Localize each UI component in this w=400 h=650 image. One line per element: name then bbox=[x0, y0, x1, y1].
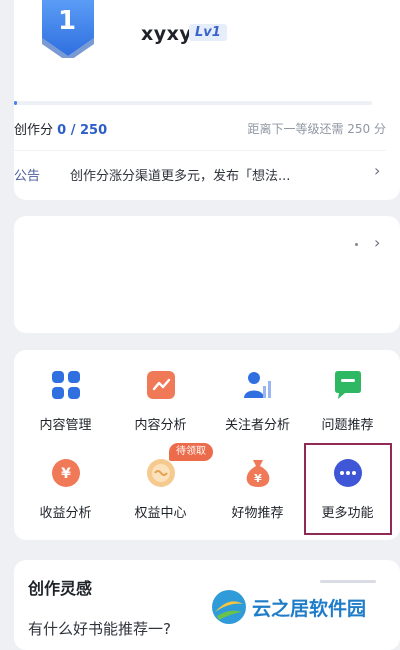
tool-label: 权益中心 bbox=[134, 506, 187, 521]
section-title: 创作灵感 bbox=[28, 579, 93, 598]
divider bbox=[14, 150, 386, 151]
followers-icon bbox=[243, 372, 271, 398]
tool-goods-recommend[interactable]: ¥ 好物推荐 bbox=[210, 436, 305, 521]
level-tag: Lv1 bbox=[189, 24, 227, 41]
watermark-logo-icon bbox=[212, 590, 246, 624]
tool-label: 问题推荐 bbox=[321, 418, 374, 433]
tool-question-recommend[interactable]: 问题推荐 bbox=[300, 348, 395, 433]
score-text: 创作分 0 / 250 bbox=[14, 119, 107, 138]
username: xyxy bbox=[141, 23, 193, 45]
chevron-right-icon: › bbox=[374, 161, 381, 180]
score-value: 0 / 250 bbox=[57, 123, 108, 138]
tool-label: 收益分析 bbox=[39, 506, 92, 521]
tool-content-analysis[interactable]: 内容分析 bbox=[113, 348, 208, 433]
watermark-text: 云之居软件园 bbox=[252, 598, 367, 620]
svg-text:¥: ¥ bbox=[254, 472, 262, 485]
score-progress-bar bbox=[14, 101, 372, 105]
dot-icon bbox=[355, 243, 358, 246]
chevron-right-icon: › bbox=[374, 233, 381, 252]
highlight-box bbox=[304, 443, 392, 535]
level-number: 1 bbox=[58, 6, 77, 36]
score-label: 创作分 bbox=[14, 123, 54, 138]
placeholder-card[interactable] bbox=[14, 216, 400, 333]
tool-followers-analysis[interactable]: 关注者分析 bbox=[210, 348, 305, 433]
benefits-icon bbox=[146, 459, 175, 487]
article-title[interactable]: 有什么好书能推荐一? bbox=[28, 618, 171, 639]
grid-icon bbox=[51, 371, 80, 399]
tool-label: 内容管理 bbox=[39, 418, 92, 433]
tool-label: 好物推荐 bbox=[231, 506, 284, 521]
notice-tag: 公告 bbox=[14, 169, 41, 184]
next-level-hint: 距离下一等级还需 250 分 bbox=[247, 122, 386, 136]
tool-label: 关注者分析 bbox=[224, 418, 290, 433]
yen-icon: ¥ bbox=[51, 459, 80, 487]
pending-claim-badge: 待领取 bbox=[169, 443, 213, 461]
chart-icon bbox=[146, 371, 175, 399]
svg-text:¥: ¥ bbox=[61, 466, 71, 482]
notice-text: 创作分涨分渠道更多元，发布「想法... bbox=[70, 169, 291, 184]
score-progress-fill bbox=[14, 101, 17, 105]
tool-content-management[interactable]: 内容管理 bbox=[18, 348, 113, 433]
tool-label: 内容分析 bbox=[134, 418, 187, 433]
question-icon bbox=[334, 371, 361, 399]
tool-income-analysis[interactable]: ¥ 收益分析 bbox=[18, 436, 113, 521]
money-bag-icon: ¥ bbox=[246, 460, 269, 487]
